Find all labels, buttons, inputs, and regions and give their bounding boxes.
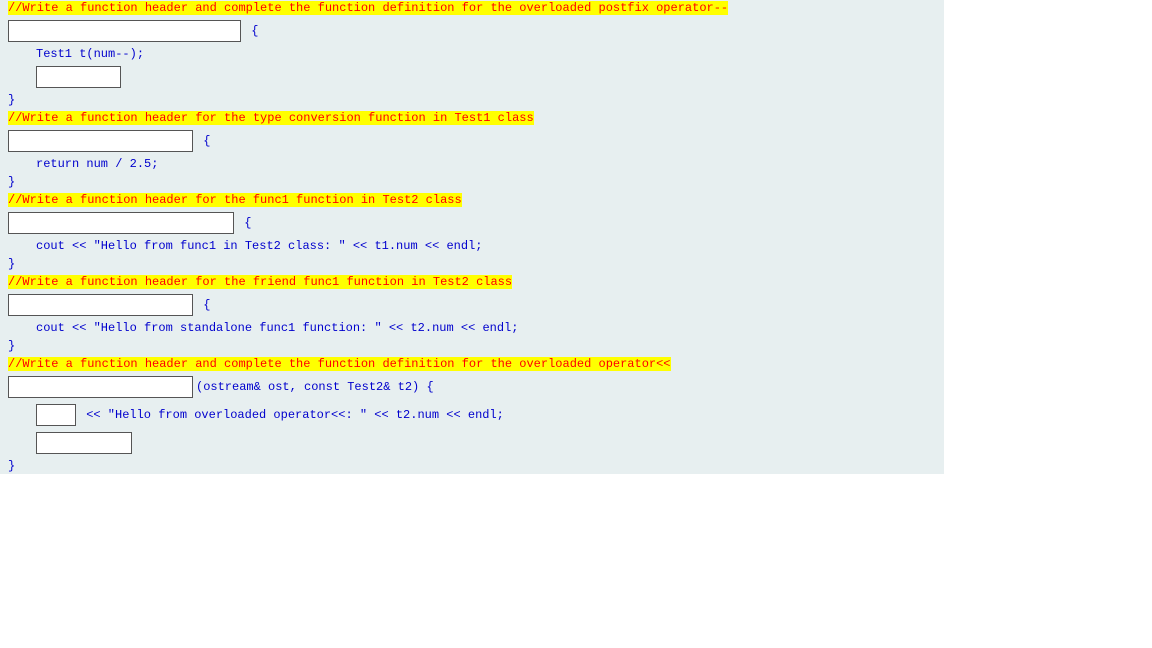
comment-text-3: //Write a function header for the func1 … — [8, 193, 462, 207]
header-row-2: { — [0, 128, 944, 154]
close-brace-1: } — [0, 92, 944, 108]
sig-5: (ostream& ost, const Test2& t2) { — [196, 376, 434, 398]
body-row-5: << "Hello from overloaded operator<<: " … — [0, 402, 944, 428]
comment-block2: //Write a function header for the type c… — [0, 110, 944, 126]
comment-text-5: //Write a function header and complete t… — [8, 357, 671, 371]
input-block1-header[interactable] — [8, 20, 241, 42]
header-row-5: (ostream& ost, const Test2& t2) { — [0, 374, 944, 400]
comment-block4: //Write a function header for the friend… — [0, 274, 944, 290]
close-brace-5: } — [0, 458, 944, 474]
body-line-4: cout << "Hello from standalone func1 fun… — [0, 320, 944, 336]
comment-text-4: //Write a function header for the friend… — [8, 275, 512, 289]
open-brace-3: { — [237, 212, 251, 234]
close-brace-4: } — [0, 338, 944, 354]
input-block1-return[interactable] — [36, 66, 121, 88]
comment-text-1: //Write a function header and complete t… — [8, 1, 728, 15]
input-block2-header[interactable] — [8, 130, 193, 152]
header-row-4: { — [0, 292, 944, 318]
body-line-3: cout << "Hello from func1 in Test2 class… — [0, 238, 944, 254]
close-brace-2: } — [0, 174, 944, 190]
header-row-1: { — [0, 18, 944, 44]
header-row-3: { — [0, 210, 944, 236]
code-exercise-container: //Write a function header and complete t… — [0, 0, 944, 474]
body-line-1: Test1 t(num--); — [0, 46, 944, 62]
input-block5-stream[interactable] — [36, 404, 76, 426]
body-line-5: << "Hello from overloaded operator<<: " … — [79, 404, 504, 426]
input-block3-header[interactable] — [8, 212, 234, 234]
return-row-1 — [0, 64, 944, 90]
comment-block1: //Write a function header and complete t… — [0, 0, 944, 16]
open-brace-1: { — [244, 20, 258, 42]
input-block5-return[interactable] — [36, 432, 132, 454]
open-brace-4: { — [196, 294, 210, 316]
close-brace-3: } — [0, 256, 944, 272]
comment-block5: //Write a function header and complete t… — [0, 356, 944, 372]
comment-block3: //Write a function header for the func1 … — [0, 192, 944, 208]
input-block4-header[interactable] — [8, 294, 193, 316]
body-line-2: return num / 2.5; — [0, 156, 944, 172]
comment-text-2: //Write a function header for the type c… — [8, 111, 534, 125]
return-row-5 — [0, 430, 944, 456]
open-brace-2: { — [196, 130, 210, 152]
input-block5-header[interactable] — [8, 376, 193, 398]
